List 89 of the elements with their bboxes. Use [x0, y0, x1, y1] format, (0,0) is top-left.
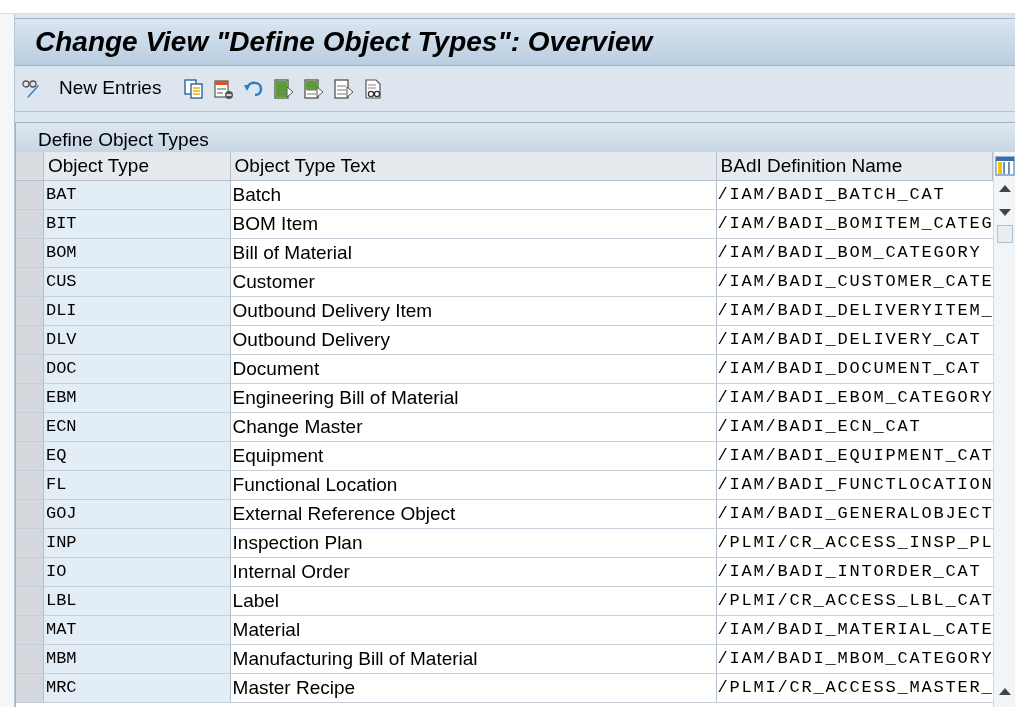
- badi-name-cell[interactable]: /IAM/BADI_CUSTOMER_CATE: [716, 268, 993, 296]
- object-type-cell[interactable]: LBL: [43, 587, 231, 615]
- row-selector[interactable]: [16, 529, 44, 557]
- row-selector[interactable]: [16, 558, 44, 586]
- badi-name-cell[interactable]: /PLMI/CR_ACCESS_MASTER_: [716, 674, 993, 702]
- object-type-cell[interactable]: EBM: [43, 384, 231, 412]
- object-type-cell[interactable]: ECN: [43, 413, 231, 441]
- row-selector[interactable]: [16, 442, 44, 470]
- badi-name-cell[interactable]: /PLMI/CR_ACCESS_LBL_CAT: [716, 587, 993, 615]
- badi-name-cell[interactable]: /IAM/BADI_EBOM_CATEGORY: [716, 384, 993, 412]
- object-type-text-cell[interactable]: Label: [230, 587, 717, 615]
- object-type-cell[interactable]: BOM: [43, 239, 231, 267]
- column-header[interactable]: Object Type: [43, 152, 231, 180]
- row-selector[interactable]: [16, 500, 44, 528]
- object-type-cell[interactable]: DLI: [43, 297, 231, 325]
- row-selector[interactable]: [16, 645, 44, 673]
- object-type-cell[interactable]: MRC: [43, 674, 231, 702]
- badi-name-cell[interactable]: /IAM/BADI_BOM_CATEGORY: [716, 239, 993, 267]
- scroll-down-icon[interactable]: [998, 209, 1011, 217]
- badi-name-cell[interactable]: /IAM/BADI_EQUIPMENT_CAT: [716, 442, 993, 470]
- object-type-text-cell[interactable]: BOM Item: [230, 210, 717, 238]
- object-type-cell[interactable]: INP: [43, 529, 231, 557]
- scroll-up-icon[interactable]: [998, 687, 1011, 695]
- object-type-cell[interactable]: BAT: [43, 181, 231, 209]
- badi-name-cell[interactable]: /IAM/BADI_MBOM_CATEGORY: [716, 645, 993, 673]
- object-type-cell[interactable]: MAT: [43, 616, 231, 644]
- badi-name-cell[interactable]: /IAM/BADI_FUNCTLOCATION: [716, 471, 993, 499]
- object-type-text-cell[interactable]: Document: [230, 355, 717, 383]
- row-selector[interactable]: [16, 239, 44, 267]
- object-type-cell[interactable]: EQ: [43, 442, 231, 470]
- object-type-text-cell[interactable]: Outbound Delivery: [230, 326, 717, 354]
- badi-name-cell[interactable]: /PLMI/CR_ACCESS_INSP_PL: [716, 529, 993, 557]
- badi-name-cell[interactable]: /IAM/BADI_BATCH_CAT: [716, 181, 993, 209]
- object-type-cell[interactable]: GOJ: [43, 500, 231, 528]
- badi-name-cell[interactable]: /IAM/BADI_BOMITEM_CATEG: [716, 210, 993, 238]
- row-selector[interactable]: [16, 355, 44, 383]
- row-selector[interactable]: [16, 268, 44, 296]
- badi-name-cell[interactable]: /IAM/BADI_MATERIAL_CATE: [716, 616, 993, 644]
- badi-name-cell[interactable]: /IAM/BADI_DOCUMENT_CAT: [716, 355, 993, 383]
- object-type-text-cell[interactable]: Batch: [230, 181, 717, 209]
- row-selector[interactable]: [16, 674, 44, 702]
- column-header[interactable]: Object Type Text: [230, 152, 717, 180]
- new-entries-button[interactable]: New Entries: [51, 74, 170, 103]
- object-type-text-cell[interactable]: Change Master: [230, 413, 717, 441]
- select-all-icon[interactable]: [273, 77, 296, 100]
- badi-name-cell[interactable]: /IAM/BADI_DELIVERYITEM_: [716, 297, 993, 325]
- object-type-text-cell[interactable]: Bill of Material: [230, 239, 717, 267]
- row-selector[interactable]: [16, 384, 44, 412]
- object-type-text-cell[interactable]: Engineering Bill of Material: [230, 384, 717, 412]
- badi-name-cell[interactable]: /IAM/BADI_DELIVERY_CAT: [716, 326, 993, 354]
- object-type-cell[interactable]: BIT: [43, 210, 231, 238]
- scroll-thumb[interactable]: [996, 225, 1013, 243]
- badi-name-cell[interactable]: /IAM/BADI_ECN_CAT: [716, 413, 993, 441]
- badi-name-cell[interactable]: /IAM/BADI_GENERALOBJECT: [716, 500, 993, 528]
- delete-row-icon[interactable]: [213, 77, 236, 100]
- object-type-cell[interactable]: CUS: [43, 268, 231, 296]
- window-title: Change View "Define Object Types": Overview: [35, 25, 653, 59]
- row-selector[interactable]: [16, 616, 44, 644]
- object-type-cell[interactable]: MBM: [43, 645, 231, 673]
- badi-name-cell[interactable]: /IAM/BADI_INTORDER_CAT: [716, 558, 993, 586]
- column-settings-icon[interactable]: [994, 156, 1015, 176]
- object-type-text-cell[interactable]: External Reference Object: [230, 500, 717, 528]
- scrollbar[interactable]: [993, 152, 1015, 707]
- object-type-cell[interactable]: DOC: [43, 355, 231, 383]
- object-type-text-cell[interactable]: Customer: [230, 268, 717, 296]
- object-type-text-cell[interactable]: Material: [230, 616, 717, 644]
- row-selector[interactable]: [16, 297, 44, 325]
- object-type-text-cell[interactable]: Internal Order: [230, 558, 717, 586]
- row-selector[interactable]: [16, 181, 44, 209]
- select-block-icon[interactable]: [303, 77, 326, 100]
- row-selector[interactable]: [16, 326, 44, 354]
- object-type-cell[interactable]: FL: [43, 471, 231, 499]
- row-selector[interactable]: [16, 587, 44, 615]
- object-type-text-cell[interactable]: Outbound Delivery Item: [230, 297, 717, 325]
- row-selector[interactable]: [16, 413, 44, 441]
- row-selector[interactable]: [16, 210, 44, 238]
- object-type-text-cell[interactable]: Inspection Plan: [230, 529, 717, 557]
- select-all-cell[interactable]: [16, 152, 44, 180]
- object-type-text-cell[interactable]: Equipment: [230, 442, 717, 470]
- copy-icon[interactable]: [183, 77, 206, 100]
- object-type-text-cell[interactable]: Master Recipe: [230, 674, 717, 702]
- object-type-text-cell[interactable]: Functional Location: [230, 471, 717, 499]
- table-title: Define Object Types: [38, 128, 209, 152]
- row-selector[interactable]: [16, 471, 44, 499]
- object-type-text-cell[interactable]: Manufacturing Bill of Material: [230, 645, 717, 673]
- scroll-up-icon[interactable]: [998, 184, 1011, 192]
- object-type-cell[interactable]: DLV: [43, 326, 231, 354]
- object-type-cell[interactable]: IO: [43, 558, 231, 586]
- deselect-all-icon[interactable]: [333, 77, 356, 100]
